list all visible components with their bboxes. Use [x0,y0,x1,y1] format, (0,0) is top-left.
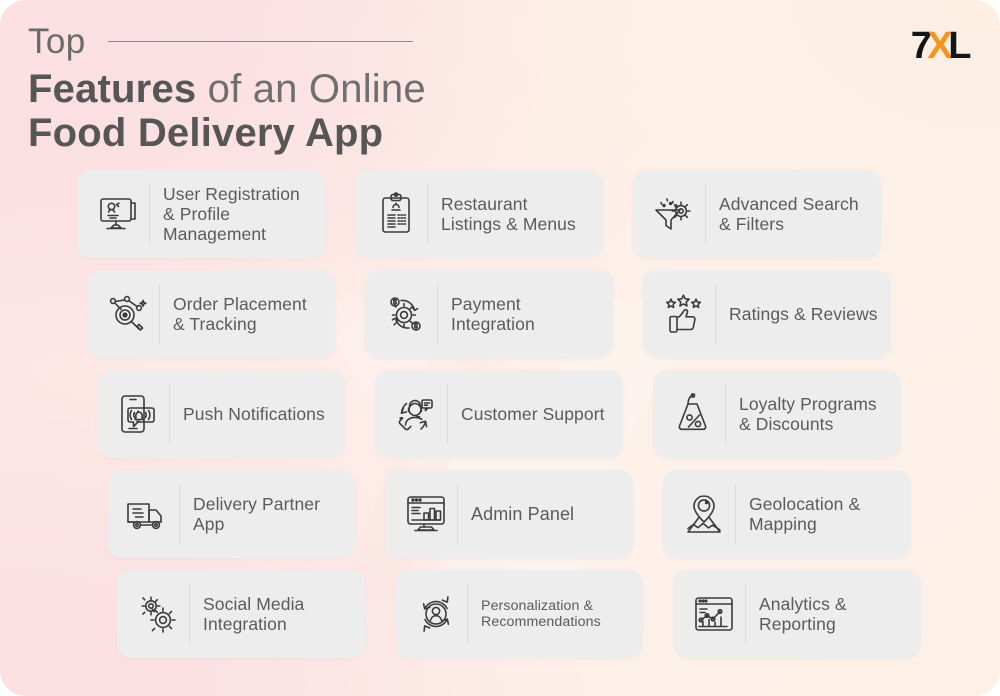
funnel-gear-icon [643,183,705,245]
feature-label: Personalization & Recommendations [481,597,601,630]
feature-label: Loyalty Programs & Discounts [739,393,877,434]
feature-label: Customer Support [461,403,605,424]
feature-label: Admin Panel [471,503,575,524]
feature-card-customer-support[interactable]: Customer Support [375,370,623,458]
feature-label: Restaurant Listings & Menus [441,193,576,234]
feature-row-3: Push Notifications Customer Support Loya… [0,370,1000,470]
feature-label: Analytics & Reporting [759,593,847,634]
order-tracking-icon [97,283,159,345]
analytics-chart-icon [683,583,745,645]
clipboard-menu-icon [365,183,427,245]
feature-card-user-registration[interactable]: User Registration & Profile Management [77,170,325,258]
stars-thumbsup-icon [653,283,715,345]
feature-label: Push Notifications [183,403,325,424]
discount-tag-icon [663,383,725,445]
feature-row-2: Order Placement & Tracking Payment Integ… [0,270,1000,370]
headset-agent-icon [385,383,447,445]
payment-gear-icon [375,283,437,345]
feature-label: User Registration & Profile Management [163,183,300,245]
feature-card-geolocation[interactable]: Geolocation & Mapping [663,470,911,558]
feature-label: Geolocation & Mapping [749,493,861,534]
page-title-bold-word: Features [28,67,197,111]
feature-row-1: User Registration & Profile Management R… [0,170,1000,270]
feature-label: Social Media Integration [203,593,305,634]
page-title-light-words: of an Online [196,67,426,111]
map-pin-icon [673,483,735,545]
user-refresh-icon [405,583,467,645]
feature-card-order-tracking[interactable]: Order Placement & Tracking [87,270,335,358]
feature-label: Ratings & Reviews [729,303,878,324]
gears-icon [127,583,189,645]
feature-label: Payment Integration [451,293,535,334]
page-title-line-2: Food Delivery App [28,111,384,156]
feature-card-grid: User Registration & Profile Management R… [0,170,1000,670]
monitor-user-icon [87,183,149,245]
feature-card-delivery-partner[interactable]: Delivery Partner App [107,470,355,558]
page-title-line-1: Features of an Online [28,68,728,110]
feature-card-payment-integration[interactable]: Payment Integration [365,270,613,358]
feature-card-loyalty-programs[interactable]: Loyalty Programs & Discounts [653,370,901,458]
kicker-rule [107,40,413,42]
feature-card-advanced-search[interactable]: Advanced Search & Filters [633,170,881,258]
feature-row-5: Social Media Integration Personalization… [0,570,1000,670]
kicker-row: Top [28,18,728,64]
feature-card-analytics-reporting[interactable]: Analytics & Reporting [673,570,921,658]
kicker-text: Top [28,21,86,61]
feature-card-social-media[interactable]: Social Media Integration [117,570,365,658]
logo-char-l: L [948,25,971,67]
delivery-truck-icon [117,483,179,545]
feature-card-restaurant-listings[interactable]: Restaurant Listings & Menus [355,170,603,258]
feature-card-push-notifications[interactable]: Push Notifications [97,370,345,458]
feature-card-admin-panel[interactable]: Admin Panel [385,470,633,558]
feature-card-ratings-reviews[interactable]: Ratings & Reviews [643,270,891,358]
dashboard-monitor-icon [395,483,457,545]
feature-row-4: Delivery Partner App Admin Panel Geoloca… [0,470,1000,570]
phone-bell-icon [107,383,169,445]
poster-header: Top Features of an Online Food Delivery … [28,18,728,155]
feature-label: Advanced Search & Filters [719,193,859,234]
feature-card-personalization[interactable]: Personalization & Recommendations [395,570,643,658]
feature-label: Order Placement & Tracking [173,293,307,334]
feature-label: Delivery Partner App [193,493,321,534]
infographic-poster: Top Features of an Online Food Delivery … [0,0,1000,696]
brand-logo: 7 X L [911,25,972,67]
